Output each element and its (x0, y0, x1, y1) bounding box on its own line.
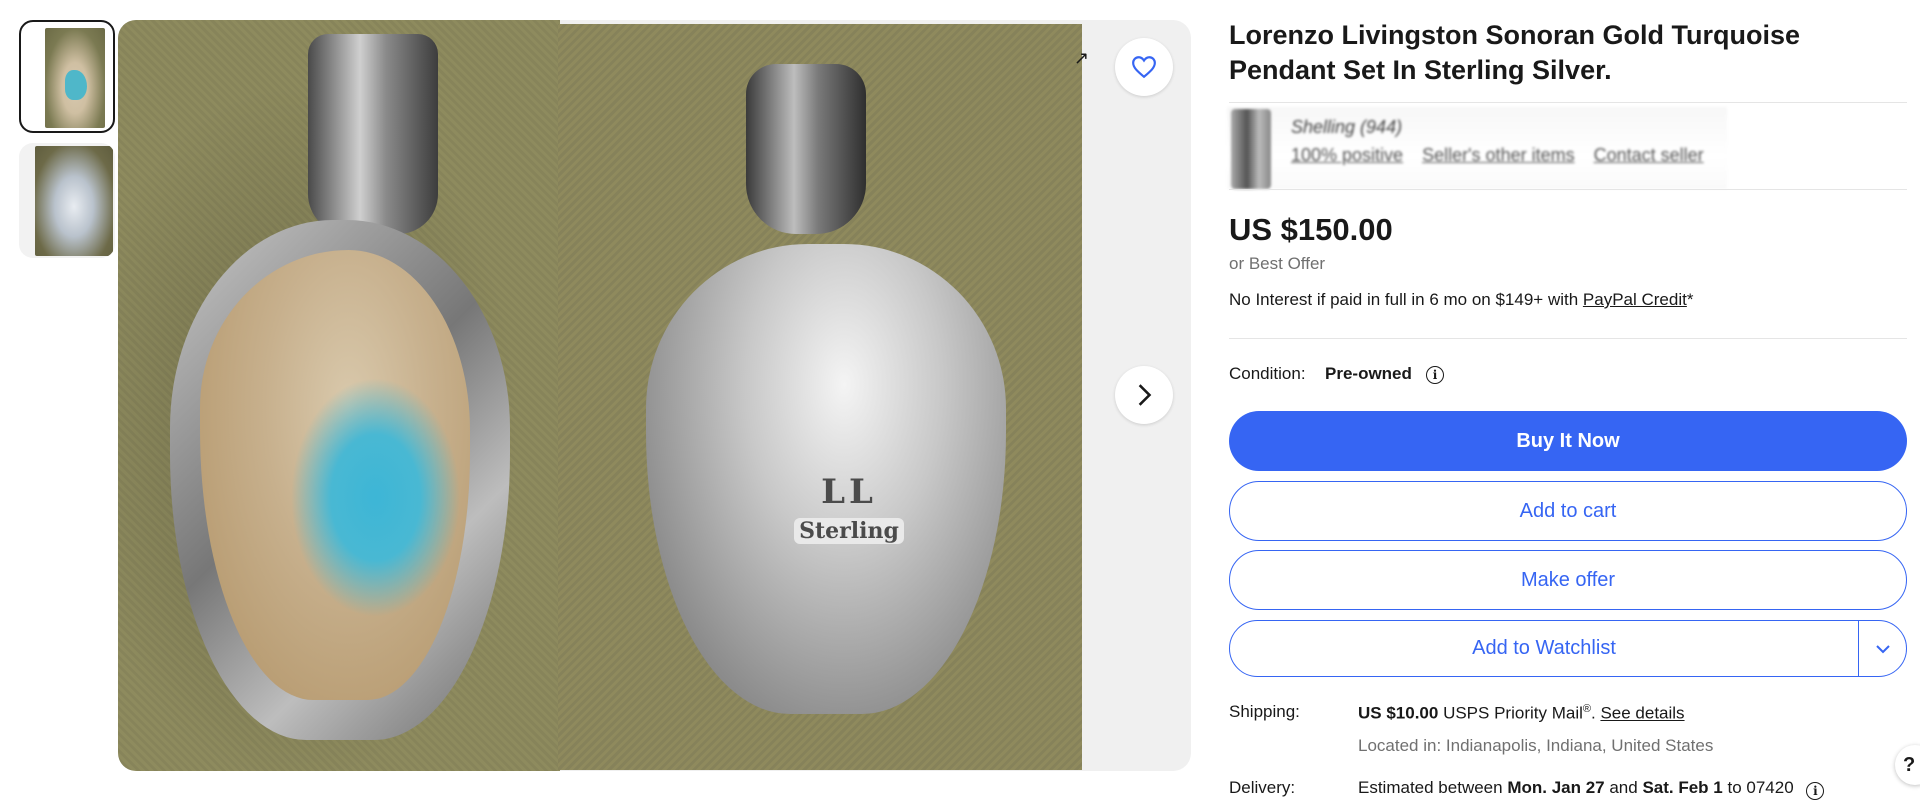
turquoise-stone (200, 250, 470, 700)
chevron-down-icon (1875, 644, 1890, 653)
pendant-bail-back (746, 64, 866, 234)
photo-pendant-back: LL Sterling (558, 24, 1082, 770)
divider (1229, 102, 1907, 103)
seller-avatar (1231, 109, 1271, 189)
financing-note: No Interest if paid in full in 6 mo on $… (1229, 290, 1693, 310)
buy-it-now-button[interactable]: Buy It Now (1229, 411, 1907, 471)
delivery-label: Delivery: (1229, 778, 1296, 797)
hallmark-stamp: LL Sterling (794, 472, 904, 544)
condition-label: Condition: (1229, 364, 1306, 383)
delivery-end: Sat. Feb 1 (1642, 778, 1723, 797)
seller-feedback[interactable]: 100% positive (1291, 145, 1403, 165)
divider (1229, 338, 1907, 339)
seller-card[interactable]: Shelling (944) 100% positive Seller's ot… (1227, 107, 1727, 189)
shipping-price: US $10.00 (1358, 703, 1439, 723)
add-to-watchlist-label: Add to Watchlist (1472, 637, 1616, 659)
watchlist-dropdown-button[interactable] (1859, 621, 1906, 676)
delivery-and: and (1604, 778, 1643, 797)
paypal-credit-link[interactable]: PayPal Credit (1583, 290, 1687, 309)
seller-links: 100% positive Seller's other items Conta… (1291, 145, 1718, 166)
image-gallery[interactable]: LL Sterling (118, 20, 1191, 771)
pendant-bail (308, 34, 438, 234)
delivery-suffix: to 07420 (1722, 778, 1794, 797)
item-price: US $150.00 (1229, 212, 1393, 247)
pendant-body (170, 220, 510, 740)
thumbnail-image-front (45, 28, 105, 128)
add-to-watchlist-button[interactable]: Add to Watchlist (1229, 620, 1907, 677)
thumbnail-1[interactable] (19, 20, 115, 133)
heart-icon (1132, 56, 1156, 79)
hallmark-initials: LL (821, 472, 877, 512)
delivery-start: Mon. Jan 27 (1507, 778, 1605, 797)
photo-pendant-front (118, 20, 560, 771)
delivery-prefix: Estimated between (1358, 778, 1508, 797)
seller-name[interactable]: Shelling (944) (1291, 117, 1402, 138)
shipping-value: US $10.00 USPS Priority Mail®. See detai… (1358, 703, 1685, 724)
thumbnail-image-back (35, 146, 113, 256)
contact-seller-link[interactable]: Contact seller (1594, 145, 1704, 165)
shipping-service: USPS Priority Mail (1438, 703, 1583, 723)
help-icon: ? (1903, 753, 1916, 776)
see-details-link[interactable]: See details (1600, 704, 1684, 723)
divider (1229, 189, 1907, 190)
condition-value: Pre-owned (1325, 364, 1412, 383)
financing-asterisk: * (1686, 290, 1694, 309)
seller-other-items-link[interactable]: Seller's other items (1422, 145, 1575, 165)
make-offer-button[interactable]: Make offer (1229, 550, 1907, 610)
help-button[interactable]: ? (1895, 745, 1920, 785)
shipping-label: Shipping: (1229, 702, 1300, 721)
add-to-cart-button[interactable]: Add to cart (1229, 481, 1907, 541)
share-icon[interactable]: ↗ (1074, 48, 1089, 69)
item-title: Lorenzo Livingston Sonoran Gold Turquois… (1229, 20, 1800, 85)
best-offer-label: or Best Offer (1229, 254, 1326, 273)
watch-heart-button[interactable] (1115, 38, 1173, 96)
chevron-right-icon (1138, 384, 1152, 406)
financing-text: No Interest if paid in full in 6 mo on $… (1229, 290, 1583, 309)
registered-mark: ® (1582, 703, 1591, 715)
info-icon[interactable]: i (1426, 366, 1444, 384)
gallery-next-button[interactable] (1115, 366, 1173, 424)
delivery-value: Estimated between Mon. Jan 27 and Sat. F… (1358, 778, 1825, 800)
delivery-info-icon[interactable]: i (1806, 782, 1825, 800)
item-location: Located in: Indianapolis, Indiana, Unite… (1358, 736, 1714, 755)
hallmark-sterling: Sterling (794, 518, 904, 544)
thumbnail-2[interactable] (19, 143, 115, 258)
